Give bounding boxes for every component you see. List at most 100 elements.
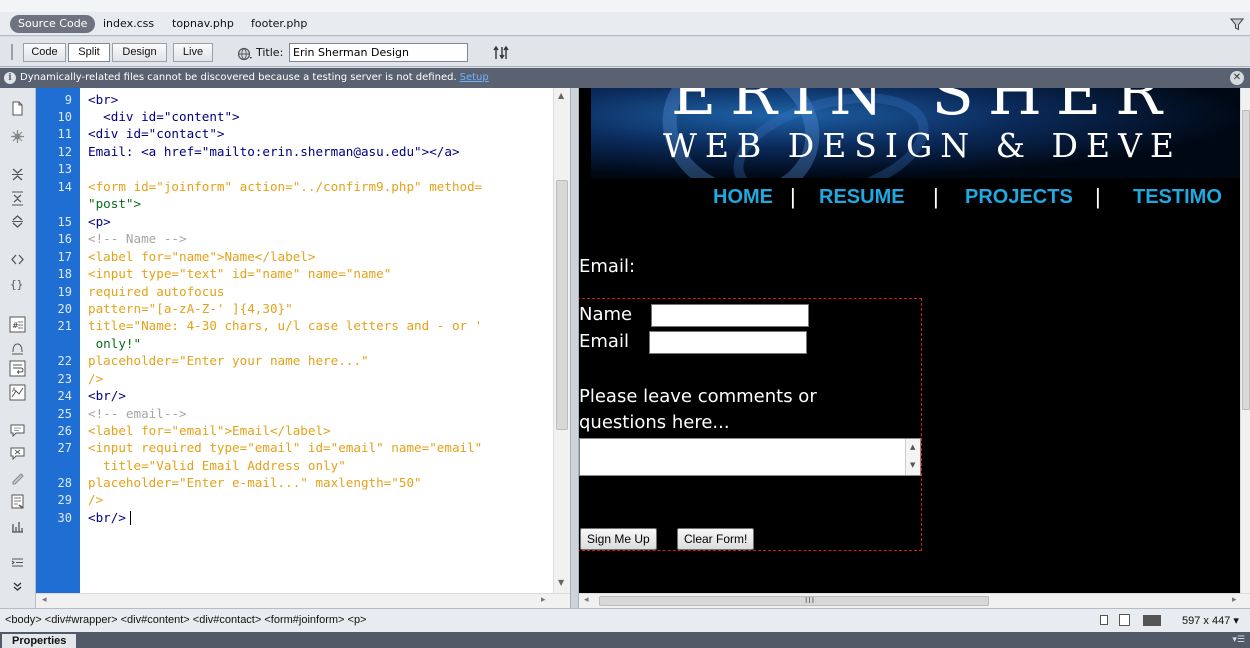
open-documents-icon[interactable] — [9, 100, 26, 117]
design-scroll-thumb[interactable] — [1242, 110, 1250, 410]
collapse-selection-icon[interactable] — [9, 190, 26, 207]
window-size-value: 597 x 447 — [1182, 615, 1231, 627]
code-line[interactable]: placeholder="Enter your name here..." — [88, 354, 369, 368]
code-line[interactable]: <br/> — [88, 389, 126, 403]
nav-testimonials[interactable]: TESTIMO — [1133, 186, 1222, 209]
file-management-icon[interactable] — [492, 44, 512, 62]
nav-home[interactable]: HOME — [713, 186, 773, 209]
code-line[interactable]: <label for="name">Name</label> — [88, 250, 315, 264]
tag-div-content[interactable]: <div#content> — [121, 614, 190, 626]
filter-icon[interactable] — [1229, 16, 1245, 31]
tag-form-joinform[interactable]: <form#joinform> — [264, 614, 344, 626]
tag-p[interactable]: <p> — [348, 614, 367, 626]
design-hscroll-thumb[interactable]: III — [599, 596, 989, 606]
code-line[interactable]: <label for="email">Email</label> — [88, 424, 331, 438]
code-view[interactable]: 9 10 11 12 13 14 15 16 17 18 19 20 21 22… — [36, 88, 553, 593]
window-size-selector[interactable]: 597 x 447 ▾ — [1182, 614, 1239, 627]
code-line[interactable]: <div id="content"> — [88, 110, 240, 124]
live-view-button[interactable]: Live — [173, 43, 213, 62]
code-line[interactable]: <!-- email--> — [88, 407, 187, 421]
preview-in-browser-icon[interactable] — [237, 46, 252, 61]
comments-textarea[interactable]: ▲ ▼ — [579, 438, 921, 476]
design-view[interactable]: ERIN SHER WEB DESIGN & DEVE HOME | RESUM… — [579, 88, 1240, 593]
code-line[interactable]: <!-- Name --> — [88, 232, 187, 246]
code-line[interactable]: /> — [88, 493, 103, 507]
code-line[interactable]: "post"> — [88, 197, 141, 211]
scroll-down-arrow-icon[interactable]: ▼ — [558, 578, 564, 587]
tablet-size-icon[interactable] — [1119, 614, 1130, 626]
related-file-source-code[interactable]: Source Code — [10, 15, 96, 33]
code-line[interactable]: required autofocus — [88, 285, 224, 299]
related-files-bar: Source Code index.css topnav.php footer.… — [0, 0, 1250, 36]
code-line[interactable]: <form id="joinform" action="../confirm9.… — [88, 180, 482, 194]
code-line[interactable]: pattern="[a-zA-Z-' ]{4,30}" — [88, 302, 293, 316]
name-input[interactable] — [651, 304, 809, 327]
panel-menu-icon[interactable]: ▾☰ — [1232, 635, 1245, 645]
related-file-footer-php[interactable]: footer.php — [251, 17, 307, 31]
scroll-left-arrow-icon[interactable]: ◂ — [42, 595, 47, 605]
line-number: 27 — [57, 441, 72, 455]
code-line[interactable]: title="Valid Email Address only" — [88, 459, 346, 473]
desktop-size-icon[interactable] — [1143, 615, 1161, 626]
nav-separator: | — [1095, 184, 1101, 209]
sign-me-up-button[interactable]: Sign Me Up — [580, 528, 657, 550]
code-line[interactable]: <p> — [88, 215, 111, 229]
code-line[interactable]: title="Name: 4-30 chars, u/l case letter… — [88, 319, 482, 333]
wrap-tag-icon[interactable] — [9, 469, 26, 486]
code-line[interactable]: <div id="contact"> — [88, 127, 224, 141]
design-view-button[interactable]: Design — [112, 43, 167, 62]
expand-all-icon[interactable] — [9, 213, 26, 230]
scroll-right-arrow-icon[interactable]: ▸ — [1232, 595, 1237, 605]
split-view-button[interactable]: Split — [68, 43, 110, 62]
remove-comment-icon[interactable] — [9, 445, 26, 462]
scroll-right-arrow-icon[interactable]: ▸ — [541, 595, 546, 605]
related-file-index-css[interactable]: index.css — [103, 17, 154, 31]
nav-resume[interactable]: RESUME — [819, 186, 905, 209]
code-line[interactable]: <br> — [88, 93, 118, 107]
code-line[interactable]: <br/> — [88, 511, 126, 525]
related-file-topnav-php[interactable]: topnav.php — [172, 17, 234, 31]
design-vertical-scrollbar[interactable] — [1240, 88, 1250, 593]
code-line[interactable]: only!" — [88, 337, 142, 351]
show-code-navigator-icon[interactable] — [9, 128, 26, 145]
code-line[interactable]: Email: <a href="mailto:erin.sherman@asu.… — [88, 145, 460, 159]
word-wrap-icon[interactable] — [9, 360, 26, 377]
code-view-button[interactable]: Code — [23, 43, 66, 62]
code-horizontal-scrollbar[interactable]: ◂ ▸ — [36, 593, 570, 608]
email-input[interactable] — [649, 331, 807, 354]
mobile-size-icon[interactable] — [1100, 615, 1108, 625]
page-title-input[interactable] — [289, 43, 468, 62]
properties-tab[interactable]: Properties — [2, 634, 77, 648]
code-line[interactable]: /> — [88, 372, 103, 386]
design-horizontal-scrollbar[interactable]: ◂ III ▸ — [579, 593, 1250, 608]
code-line[interactable]: placeholder="Enter e-mail..." maxlength=… — [88, 476, 422, 490]
chevron-up-icon[interactable]: ▲ — [910, 443, 915, 451]
textarea-scrollbar[interactable]: ▲ ▼ — [905, 439, 920, 475]
scroll-left-arrow-icon[interactable]: ◂ — [584, 595, 589, 605]
move-css-icon[interactable] — [9, 518, 26, 535]
clear-form-button[interactable]: Clear Form! — [677, 528, 755, 550]
chevron-down-icon[interactable]: ▼ — [910, 461, 915, 469]
code-scroll-thumb[interactable] — [556, 180, 568, 430]
setup-link[interactable]: Setup — [460, 72, 489, 83]
line-numbers-icon[interactable]: # — [9, 316, 26, 333]
code-line[interactable]: <input required type="email" id="email" … — [88, 441, 482, 455]
syntax-error-alerts-icon[interactable]: A — [9, 384, 26, 401]
highlight-invalid-code-icon[interactable] — [9, 340, 26, 357]
tag-body[interactable]: <body> — [5, 614, 42, 626]
split-divider[interactable] — [570, 88, 579, 608]
tag-div-contact[interactable]: <div#contact> — [193, 614, 262, 626]
indent-code-icon[interactable] — [9, 554, 26, 571]
tag-div-wrapper[interactable]: <div#wrapper> — [45, 614, 118, 626]
code-line[interactable]: <input type="text" id="name" name="name" — [88, 267, 391, 281]
select-parent-tag-icon[interactable] — [9, 251, 26, 268]
collapse-full-tag-icon[interactable] — [9, 166, 26, 183]
balance-braces-icon[interactable]: {} — [9, 275, 26, 292]
code-vertical-scrollbar[interactable]: ▲ ▼ — [553, 88, 570, 593]
toolbar-overflow-icon[interactable] — [9, 578, 26, 595]
scroll-up-arrow-icon[interactable]: ▲ — [558, 91, 564, 100]
nav-projects[interactable]: PROJECTS — [965, 186, 1073, 209]
apply-comment-icon[interactable] — [9, 422, 26, 439]
close-icon[interactable]: ✕ — [1230, 71, 1244, 85]
recent-snippets-icon[interactable] — [9, 493, 26, 510]
